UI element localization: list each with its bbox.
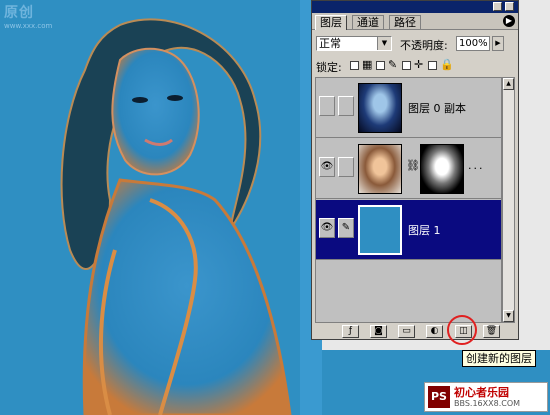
- layer-style-button[interactable]: ƒ: [342, 325, 359, 338]
- palette-menu-button[interactable]: ▶: [503, 15, 515, 27]
- layer-row-selected[interactable]: 👁 ✎ 图层 1: [316, 200, 501, 260]
- trash-icon[interactable]: 🗑: [483, 325, 500, 338]
- inverted-portrait-image: [60, 18, 292, 415]
- eye-icon[interactable]: 👁: [319, 157, 335, 177]
- blend-mode-value: 正常: [319, 37, 341, 50]
- add-mask-button[interactable]: ◙: [370, 325, 387, 338]
- opacity-input[interactable]: 100%: [456, 36, 490, 51]
- logo-url: BBS.16XX8.COM: [454, 399, 521, 408]
- scroll-down-button[interactable]: ▼: [503, 310, 514, 322]
- palette-tabs: 图层 通道 路径 ▶: [312, 13, 518, 30]
- adjustment-layer-button[interactable]: ◐: [426, 325, 443, 338]
- layer-list-scrollbar[interactable]: ▲ ▼: [502, 77, 515, 323]
- layer-name: 图层 1: [408, 224, 441, 237]
- layer-name-truncated: ...: [468, 159, 485, 172]
- transparency-icon: ▦: [362, 58, 373, 71]
- layer-mask-thumbnail[interactable]: [420, 144, 464, 194]
- visibility-toggle[interactable]: [319, 96, 335, 116]
- lock-label: 锁定:: [316, 61, 342, 74]
- tooltip: 创建新的图层: [462, 350, 536, 367]
- tab-layers[interactable]: 图层: [315, 15, 347, 30]
- close-button[interactable]: [505, 2, 514, 11]
- highlight-circle: [447, 315, 477, 345]
- eye-icon[interactable]: 👁: [319, 218, 335, 238]
- site-logo: PS 初心者乐园 BBS.16XX8.COM: [424, 382, 548, 412]
- new-group-button[interactable]: ▭: [398, 325, 415, 338]
- lock-icon: 🔒: [440, 58, 454, 71]
- layer-row[interactable]: 👁 ⛓ ...: [316, 139, 501, 199]
- chain-link-icon: ⛓: [406, 159, 420, 172]
- layer-name: 图层 0 副本: [408, 102, 466, 115]
- lock-image-checkbox[interactable]: [376, 61, 385, 70]
- image-canvas[interactable]: 原创 www.xxx.com: [0, 0, 322, 415]
- palette-toolbar: ƒ ◙ ▭ ◐ ◫ 🗑: [315, 325, 515, 339]
- lock-position-checkbox[interactable]: [402, 61, 411, 70]
- layer-thumbnail: [358, 205, 402, 255]
- layer-thumbnail: [358, 83, 402, 133]
- chevron-down-icon[interactable]: ▼: [377, 37, 391, 50]
- logo-brand: 初心者乐园: [454, 386, 509, 399]
- layer-list: 图层 0 副本 👁 ⛓ ... 👁 ✎ 图层 1: [315, 77, 502, 323]
- link-toggle[interactable]: [338, 157, 354, 177]
- opacity-slider-button[interactable]: ▶: [492, 36, 504, 51]
- layer-row[interactable]: 图层 0 副本: [316, 78, 501, 138]
- lock-transparency-checkbox[interactable]: [350, 61, 359, 70]
- blend-mode-select[interactable]: 正常 ▼: [316, 36, 392, 51]
- lock-all-checkbox[interactable]: [428, 61, 437, 70]
- tab-channels[interactable]: 通道: [352, 15, 384, 29]
- palette-titlebar[interactable]: [312, 1, 518, 13]
- ps-badge: PS: [428, 386, 450, 408]
- move-icon: ✛: [414, 58, 424, 71]
- tab-paths[interactable]: 路径: [389, 15, 421, 29]
- layers-palette: 图层 通道 路径 ▶ 正常 ▼ 不透明度: 100% ▶ 锁定: ▦ ✎ ✛ 🔒…: [311, 0, 519, 340]
- layer-thumbnail: [358, 144, 402, 194]
- scroll-up-button[interactable]: ▲: [503, 78, 514, 90]
- link-toggle[interactable]: [338, 96, 354, 116]
- brush-icon: ✎: [388, 58, 398, 71]
- brush-icon[interactable]: ✎: [338, 218, 354, 238]
- opacity-label: 不透明度:: [400, 39, 448, 52]
- minimize-button[interactable]: [493, 2, 502, 11]
- watermark: 原创 www.xxx.com: [4, 5, 53, 30]
